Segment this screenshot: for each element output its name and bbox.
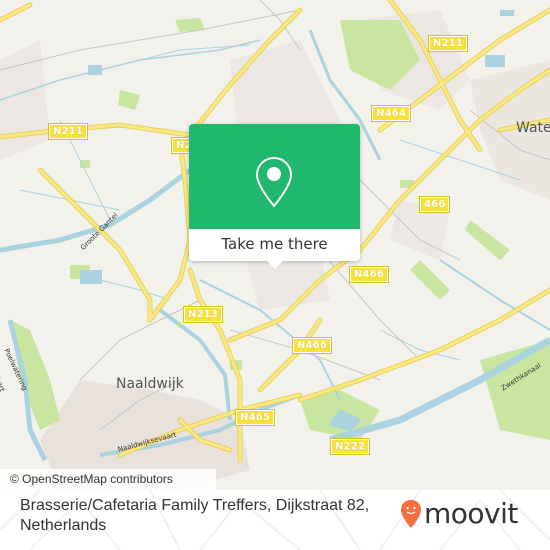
footer: Brasserie/Cafetaria Family Treffers, Dij… — [0, 490, 550, 550]
road-shield-n466: N466 — [348, 266, 390, 283]
location-pin-icon — [255, 156, 293, 208]
moovit-pin-icon — [401, 500, 421, 528]
road-shield-n222: N222 — [329, 438, 371, 455]
popup-pointer — [266, 260, 284, 269]
road-shield-n466: N466 — [291, 337, 333, 354]
popup-header — [189, 124, 360, 229]
take-me-there-button[interactable]: Take me there — [189, 229, 360, 261]
road-shield-n211: N211 — [427, 35, 469, 52]
road-shield-n465: N465 — [234, 409, 276, 426]
road-shield-n213: N213 — [182, 306, 224, 323]
map-view[interactable]: N211 N211 N2 N464 466 N466 N466 N213 N46… — [0, 0, 550, 490]
destination-popup: Take me there — [189, 124, 360, 269]
place-label-naaldwijk: Naaldwijk — [116, 376, 184, 392]
moovit-wordmark: moovit — [424, 497, 518, 530]
road-shield-n211: N211 — [47, 123, 89, 140]
map-attribution[interactable]: © OpenStreetMap contributors — [0, 469, 216, 490]
destination-address: Brasserie/Cafetaria Family Treffers, Dij… — [20, 497, 370, 534]
road-shield-466: 466 — [418, 196, 451, 213]
moovit-logo[interactable]: moovit — [400, 499, 518, 529]
road-shield-n464: N464 — [370, 105, 412, 122]
place-label-wateringen: Wate — [516, 120, 550, 136]
